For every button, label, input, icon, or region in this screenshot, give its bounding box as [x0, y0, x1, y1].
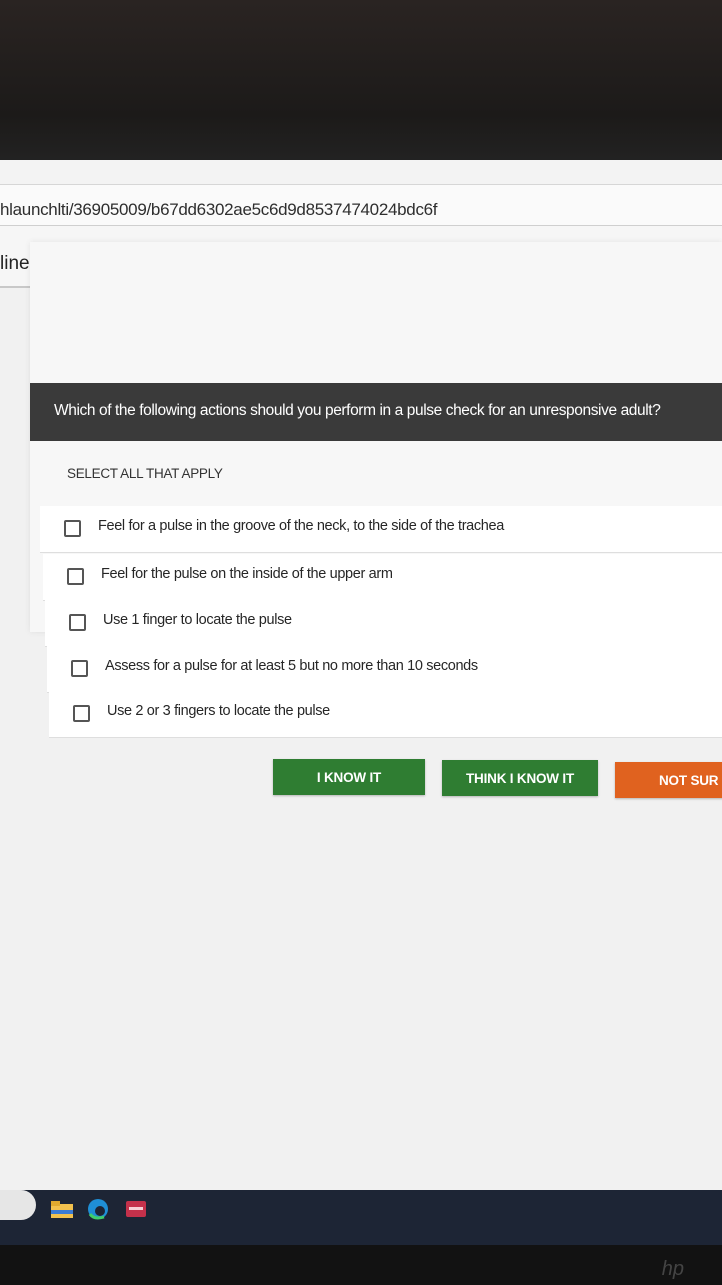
checkbox[interactable] — [67, 568, 84, 585]
not-sure-button[interactable]: NOT SUR — [615, 762, 722, 798]
app-icon[interactable] — [124, 1198, 148, 1220]
monitor-bezel-bottom: hp — [0, 1245, 722, 1285]
checkbox[interactable] — [64, 520, 81, 537]
checkbox[interactable] — [71, 660, 88, 677]
answer-option[interactable]: Use 2 or 3 fingers to locate the pulse — [49, 691, 722, 738]
edge-icon[interactable] — [86, 1198, 110, 1220]
taskbar-search[interactable] — [0, 1190, 36, 1220]
answer-option[interactable]: Feel for a pulse in the groove of the ne… — [40, 506, 722, 553]
file-explorer-icon[interactable] — [50, 1198, 74, 1220]
monitor-logo-icon: hp — [661, 1258, 684, 1280]
i-know-it-button[interactable]: I KNOW IT — [273, 759, 425, 795]
answer-option[interactable]: Assess for a pulse for at least 5 but no… — [47, 646, 722, 693]
taskbar — [0, 1190, 722, 1250]
page-header-label: line — [0, 253, 30, 274]
answer-option-label: Assess for a pulse for at least 5 but no… — [105, 658, 478, 674]
monitor-bezel-top — [0, 0, 722, 165]
answer-option-label: Feel for the pulse on the inside of the … — [101, 566, 393, 582]
question-text: Which of the following actions should yo… — [54, 402, 661, 419]
answer-option-label: Use 2 or 3 fingers to locate the pulse — [107, 703, 330, 719]
checkbox[interactable] — [69, 614, 86, 631]
question-header: Which of the following actions should yo… — [30, 383, 722, 441]
address-bar-url[interactable]: hlaunchlti/36905009/b67dd6302ae5c6d9d853… — [0, 200, 438, 220]
checkbox[interactable] — [73, 705, 90, 722]
think-i-know-it-button[interactable]: THINK I KNOW IT — [442, 760, 598, 796]
answer-option-label: Feel for a pulse in the groove of the ne… — [98, 518, 504, 534]
answer-option[interactable]: Feel for the pulse on the inside of the … — [43, 554, 722, 601]
answer-option-label: Use 1 finger to locate the pulse — [103, 612, 292, 628]
answer-option[interactable]: Use 1 finger to locate the pulse — [45, 600, 722, 647]
select-all-instruction: SELECT ALL THAT APPLY — [67, 466, 223, 481]
